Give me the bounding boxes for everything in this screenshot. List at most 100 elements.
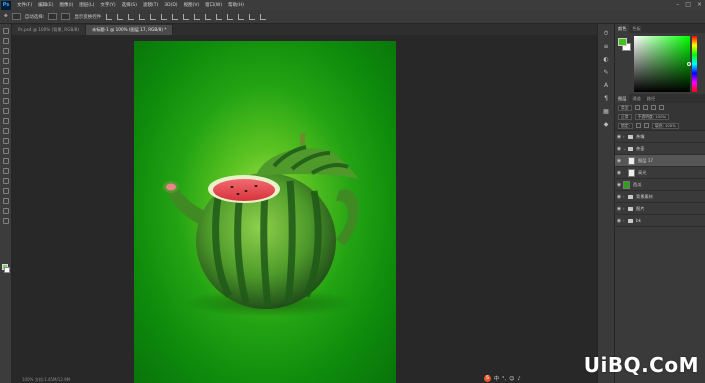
eraser-tool-icon[interactable] (2, 128, 9, 134)
paragraph-panel-icon[interactable]: ¶ (602, 95, 610, 102)
filter-shape-icon[interactable] (658, 105, 664, 110)
distribute-left-icon[interactable] (205, 13, 212, 20)
character-panel-icon[interactable]: A (602, 82, 610, 89)
hand-tool-icon[interactable] (2, 208, 9, 214)
visibility-eye-icon[interactable]: ◉ (615, 218, 623, 224)
foreground-color-chip[interactable] (618, 38, 627, 46)
zoom-tool-icon[interactable] (2, 218, 9, 224)
distribute-bottom-icon[interactable] (194, 13, 201, 20)
visibility-eye-icon[interactable]: ◉ (615, 206, 623, 212)
menu-view[interactable]: 视图(V) (184, 2, 200, 8)
history-brush-tool-icon[interactable] (2, 118, 9, 124)
lock-position-icon[interactable] (643, 123, 649, 128)
menu-layer[interactable]: 图层(L) (79, 2, 94, 8)
layer-row-highlight[interactable]: ◉ 高光 (615, 167, 705, 179)
3d-mode-icon[interactable] (238, 13, 245, 20)
punctuation-icon[interactable]: °, (502, 376, 506, 382)
gradient-tool-icon[interactable] (2, 138, 9, 144)
blend-mode-dropdown[interactable]: 正常 (618, 113, 632, 120)
menu-help[interactable]: 帮助(H) (228, 2, 244, 8)
show-transform-checkbox[interactable] (61, 13, 71, 20)
background-color-swatch[interactable] (4, 267, 10, 273)
marquee-tool-icon[interactable] (2, 38, 9, 44)
brush-tool-icon[interactable] (2, 98, 9, 104)
auto-select-checkbox[interactable] (11, 13, 21, 20)
healing-tool-icon[interactable] (2, 88, 9, 94)
history-panel-icon[interactable]: ⏱ (602, 30, 610, 37)
path-select-tool-icon[interactable] (2, 188, 9, 194)
tab-document-1[interactable]: Ps.psd @ 100% (背景, RGB/8) (12, 25, 87, 35)
quick-select-tool-icon[interactable] (2, 58, 9, 64)
swatches-panel-icon[interactable]: ▦ (602, 108, 610, 115)
visibility-eye-icon[interactable]: ◉ (615, 146, 623, 152)
fill-field[interactable]: 填充: 100% (651, 122, 679, 129)
maximize-button[interactable]: □ (685, 1, 691, 8)
layer-row-spout[interactable]: ◉ › 茶嘴 (615, 131, 705, 143)
sogou-logo-icon[interactable]: S (484, 375, 491, 382)
layer-row-layer-17[interactable]: ◉ 图层 17 (615, 155, 705, 167)
crop-tool-icon[interactable] (2, 68, 9, 74)
align-right-icon[interactable] (161, 13, 168, 20)
kind-filter-dropdown[interactable]: 类型 (618, 104, 632, 111)
align-center-icon[interactable] (150, 13, 157, 20)
brush-panel-icon[interactable]: ✎ (602, 69, 610, 76)
filter-type-icon[interactable] (650, 105, 656, 110)
lock-pixels-icon[interactable] (635, 123, 641, 128)
emoji-icon[interactable]: ☺ (509, 376, 514, 382)
move-tool-icon[interactable]: ✥ (4, 14, 8, 19)
tab-color[interactable]: 颜色 (615, 24, 630, 33)
tab-document-2[interactable]: 未标题-1 @ 100% (图层 17, RGB/8) * (86, 25, 174, 35)
hue-slider[interactable] (692, 36, 697, 92)
microphone-icon[interactable]: ♪ (517, 376, 520, 382)
visibility-eye-icon[interactable]: ◉ (615, 170, 623, 176)
visibility-eye-icon[interactable]: ◉ (615, 158, 623, 164)
color-field[interactable] (634, 36, 690, 92)
zoom-level[interactable]: 100% (22, 377, 33, 382)
stamp-tool-icon[interactable] (2, 108, 9, 114)
menu-filter[interactable]: 滤镜(T) (143, 2, 158, 8)
filter-adjust-icon[interactable] (642, 105, 648, 110)
tab-layers[interactable]: 图层 (615, 94, 630, 103)
layer-row-bg-material[interactable]: ◉ › 背景素材 (615, 191, 705, 203)
opacity-field[interactable]: 不透明度: 100% (634, 113, 670, 120)
visibility-eye-icon[interactable]: ◉ (615, 182, 623, 188)
blur-tool-icon[interactable] (2, 148, 9, 154)
filter-pixel-icon[interactable] (634, 105, 640, 110)
layer-row-bk[interactable]: ◉ › bk (615, 215, 705, 227)
align-left-icon[interactable] (139, 13, 146, 20)
auto-select-dropdown[interactable] (48, 13, 58, 20)
color-picker[interactable] (618, 36, 698, 92)
layer-row-image[interactable]: ◉ › 图片 (615, 203, 705, 215)
adjustments-panel-icon[interactable]: ◐ (602, 56, 610, 63)
align-bottom-icon[interactable] (128, 13, 135, 20)
visibility-eye-icon[interactable]: ◉ (615, 194, 623, 200)
align-top-icon[interactable] (106, 13, 113, 20)
canvas-area[interactable] (12, 35, 597, 383)
menu-3d[interactable]: 3D(D) (164, 3, 177, 8)
menu-window[interactable]: 窗口(W) (205, 2, 222, 8)
menu-image[interactable]: 图像(I) (59, 2, 73, 8)
shape-tool-icon[interactable] (2, 198, 9, 204)
distribute-right-icon[interactable] (227, 13, 234, 20)
type-tool-icon[interactable] (2, 178, 9, 184)
color-picker-ring[interactable] (687, 62, 691, 66)
3d-rotate-icon[interactable] (249, 13, 256, 20)
minimize-button[interactable]: – (676, 1, 679, 8)
distribute-center-icon[interactable] (216, 13, 223, 20)
menu-select[interactable]: 选择(S) (122, 2, 137, 8)
menu-edit[interactable]: 编辑(E) (38, 2, 53, 8)
pen-tool-icon[interactable] (2, 168, 9, 174)
distribute-middle-icon[interactable] (183, 13, 190, 20)
tab-paths[interactable]: 路径 (644, 94, 658, 103)
visibility-eye-icon[interactable]: ◉ (615, 134, 623, 140)
align-middle-icon[interactable] (117, 13, 124, 20)
menu-file[interactable]: 文件(F) (17, 2, 32, 8)
close-button[interactable]: × (697, 1, 702, 8)
properties-panel-icon[interactable]: ≡ (602, 43, 610, 50)
ime-language-label[interactable]: 中 (494, 375, 499, 382)
tab-channels[interactable]: 通道 (629, 94, 643, 103)
layer-row-teapot[interactable]: ◉ ⌄ 茶壶 (615, 143, 705, 155)
distribute-top-icon[interactable] (172, 13, 179, 20)
tab-swatches[interactable]: 色板 (629, 24, 643, 33)
eyedropper-tool-icon[interactable] (2, 78, 9, 84)
